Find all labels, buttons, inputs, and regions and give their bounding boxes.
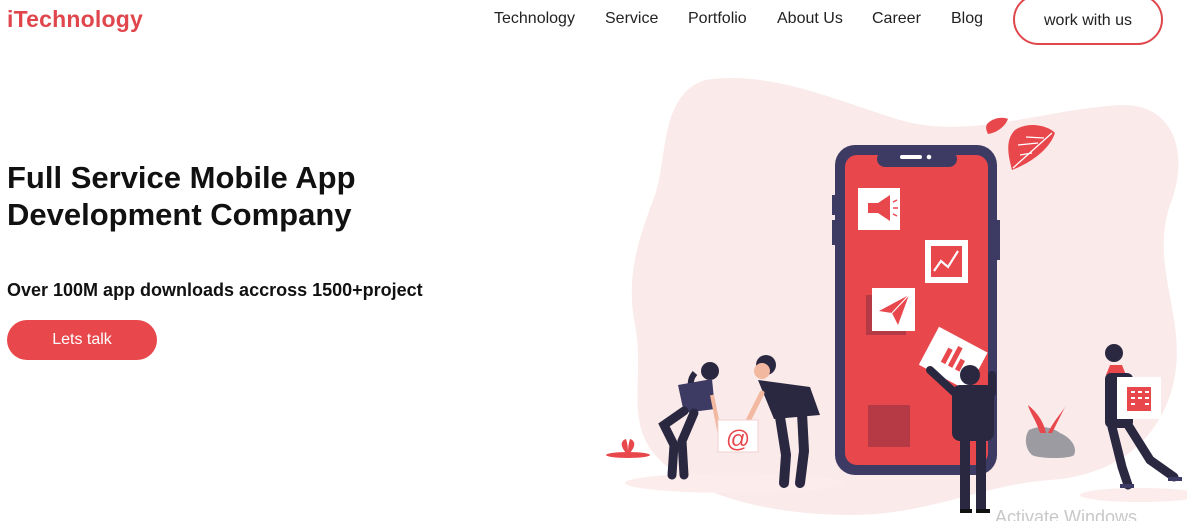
- nav-link-service[interactable]: Service: [605, 10, 658, 28]
- building-icon: [1117, 377, 1161, 419]
- hero-title: Full Service Mobile App Development Comp…: [7, 159, 467, 233]
- hero-title-line-1: Full Service Mobile App: [7, 160, 356, 195]
- windows-activation-watermark: Activate Windows: [995, 507, 1138, 521]
- nav-link-portfolio[interactable]: Portfolio: [688, 10, 747, 28]
- nav-link-about-us[interactable]: About Us: [777, 10, 843, 28]
- work-with-us-button[interactable]: work with us: [1013, 0, 1163, 45]
- nav-link-blog[interactable]: Blog: [951, 10, 983, 28]
- hero-illustration: @: [606, 78, 1187, 515]
- hero-subtitle: Over 100M app downloads accross 1500+pro…: [7, 280, 423, 300]
- email-icon: @: [717, 419, 759, 453]
- plant-icon: [606, 439, 650, 458]
- email-symbol: @: [726, 426, 750, 453]
- lets-talk-button[interactable]: Lets talk: [7, 320, 157, 360]
- nav-link-career[interactable]: Career: [872, 10, 921, 28]
- top-navigation: Technology Service Portfolio About Us Ca…: [0, 0, 1187, 50]
- chart-icon: [925, 240, 968, 283]
- megaphone-icon: [858, 188, 900, 230]
- hero-title-line-2: Development Company: [7, 197, 352, 232]
- ground-shadow-right: [1080, 488, 1187, 502]
- nav-link-technology[interactable]: Technology: [494, 10, 575, 28]
- ground-shadow-left: [625, 473, 845, 493]
- paper-plane-icon: [866, 288, 915, 335]
